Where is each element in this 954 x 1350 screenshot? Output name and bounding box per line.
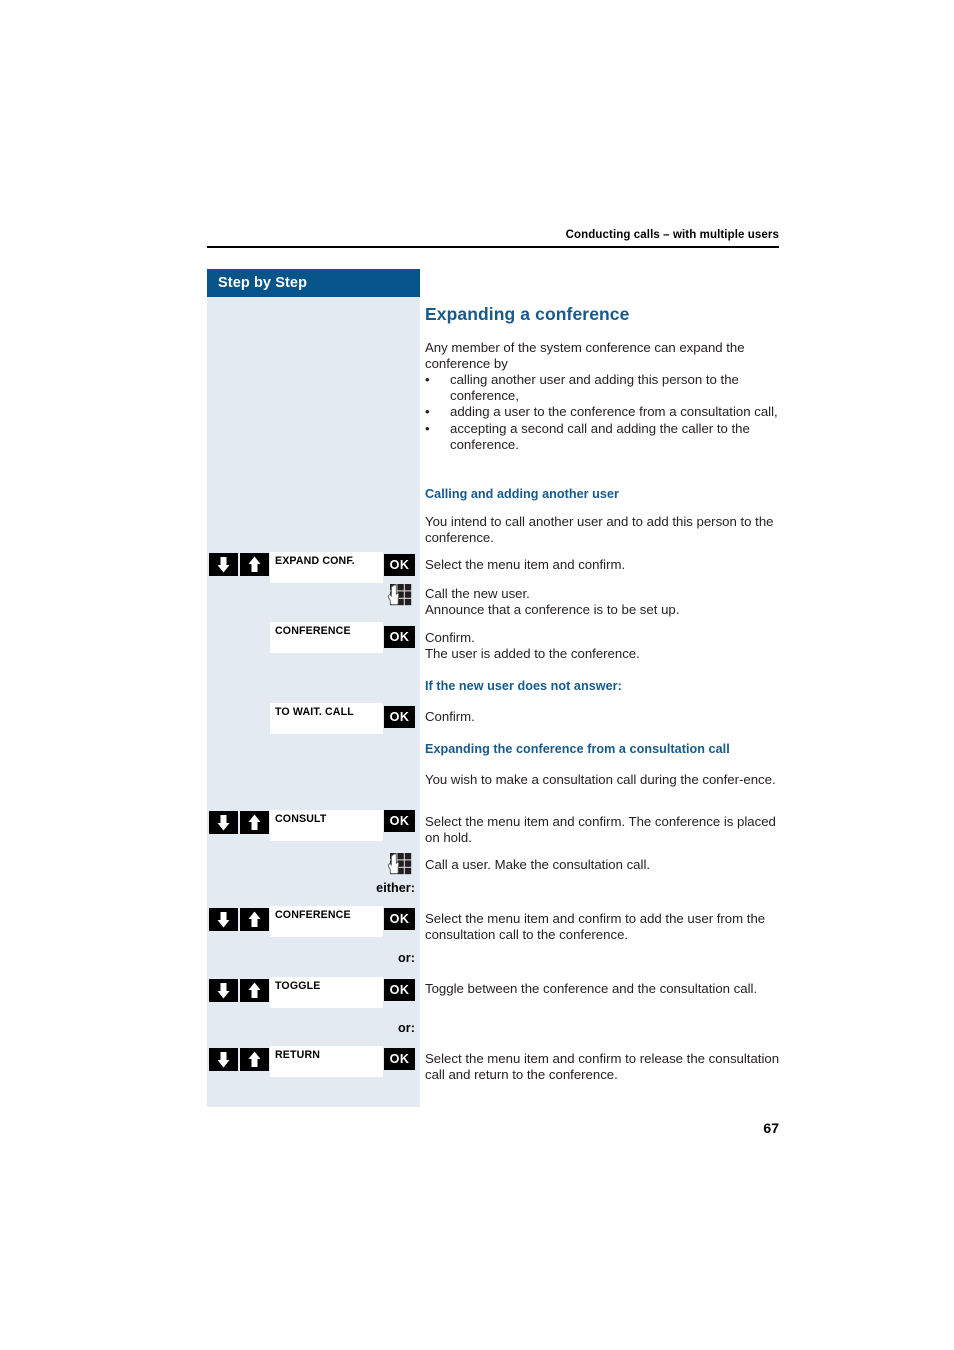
section-heading-consultation: Expanding the conference from a consulta… (425, 742, 730, 756)
ok-button[interactable]: OK (384, 810, 415, 832)
list-item-text: adding a user to the conference from a c… (450, 404, 778, 420)
menu-box-return[interactable]: RETURN (270, 1046, 383, 1077)
up-arrow-button[interactable] (240, 908, 269, 931)
list-item: • calling another user and adding this p… (425, 372, 780, 404)
menu-box-conference-1[interactable]: CONFERENCE (270, 622, 383, 653)
step-description-9: Select the menu item and confirm to rele… (425, 1051, 780, 1083)
menu-box-expand-conf[interactable]: EXPAND CONF. (270, 552, 383, 583)
step-description-8: Toggle between the conference and the co… (425, 981, 758, 996)
menu-box-label: CONSULT (275, 813, 327, 825)
running-header: Conducting calls – with multiple users (207, 225, 779, 243)
step-description-6: Call a user. Make the consultation call. (425, 857, 651, 872)
step-by-step-header: Step by Step (207, 269, 420, 297)
step-description-2-line-1: Call the new user. (425, 586, 530, 601)
step-description-2-line-2: Announce that a conference is to be set … (425, 602, 680, 618)
ok-button[interactable]: OK (384, 1048, 415, 1070)
step-description-4: Confirm. (425, 709, 475, 724)
ok-button[interactable]: OK (384, 979, 415, 1001)
or-label-1: or: (398, 951, 415, 965)
menu-box-label: CONFERENCE (275, 625, 351, 637)
page-number: 67 (763, 1120, 779, 1136)
step-description-3: Confirm. The user is added to the confer… (425, 630, 780, 662)
ok-button[interactable]: OK (384, 908, 415, 930)
ok-button-label: OK (389, 630, 410, 644)
list-item: • adding a user to the conference from a… (425, 404, 780, 420)
step-description-7: Select the menu item and confirm to add … (425, 911, 766, 943)
menu-box-label: TO WAIT. CALL (275, 706, 354, 718)
or-label-2: or: (398, 1021, 415, 1035)
ok-button-label: OK (389, 1052, 410, 1066)
section-heading-no-answer: If the new user does not answer: (425, 679, 622, 693)
section-heading-calling-adding: Calling and adding another user (425, 487, 619, 501)
ok-button-label: OK (389, 912, 410, 926)
down-arrow-button[interactable] (209, 553, 238, 576)
page-title: Expanding a conference (425, 304, 630, 324)
menu-box-to-wait-call[interactable]: TO WAIT. CALL (270, 703, 383, 734)
ok-button-label: OK (389, 814, 410, 828)
ok-button[interactable]: OK (384, 554, 415, 576)
menu-box-toggle[interactable]: TOGGLE (270, 977, 383, 1008)
section-1-intro: You intend to call another user and to a… (425, 514, 774, 546)
up-arrow-button[interactable] (240, 1048, 269, 1071)
intro-paragraph: Any member of the system conference can … (425, 340, 745, 372)
step-description-5: Select the menu item and confirm. The co… (425, 814, 776, 846)
ok-button[interactable]: OK (384, 626, 415, 648)
bullet-glyph: • (425, 404, 430, 420)
either-label: either: (376, 881, 415, 895)
menu-box-label: EXPAND CONF. (275, 555, 355, 567)
keypad-dial-icon (386, 583, 414, 611)
ok-button-label: OK (389, 710, 410, 724)
menu-box-label: TOGGLE (275, 980, 321, 992)
keypad-dial-icon (386, 852, 414, 880)
up-arrow-button[interactable] (240, 553, 269, 576)
step-description-1: Select the menu item and confirm. (425, 557, 626, 572)
list-item-text: calling another user and adding this per… (450, 372, 739, 404)
menu-box-label: CONFERENCE (275, 909, 351, 921)
step-description-2: Call the new user. Announce that a confe… (425, 586, 780, 618)
ok-button-label: OK (389, 558, 410, 572)
down-arrow-button[interactable] (209, 811, 238, 834)
menu-box-conference-2[interactable]: CONFERENCE (270, 906, 383, 937)
bullet-list: • calling another user and adding this p… (425, 372, 780, 453)
up-arrow-button[interactable] (240, 979, 269, 1002)
step-description-3-line-1: Confirm. (425, 630, 475, 645)
up-arrow-button[interactable] (240, 811, 269, 834)
section-3-intro: You wish to make a consultation call dur… (425, 772, 776, 787)
list-item-text: accepting a second call and adding the c… (450, 420, 750, 452)
down-arrow-button[interactable] (209, 1048, 238, 1071)
menu-box-consult[interactable]: CONSULT (270, 810, 383, 841)
ok-button-label: OK (389, 983, 410, 997)
list-item: • accepting a second call and adding the… (425, 421, 780, 453)
menu-box-label: RETURN (275, 1049, 321, 1061)
down-arrow-button[interactable] (209, 908, 238, 931)
bullet-glyph: • (425, 420, 430, 436)
step-by-step-title: Step by Step (218, 275, 308, 291)
header-rule (207, 246, 779, 248)
step-description-3-line-2: The user is added to the conference. (425, 646, 640, 662)
bullet-glyph: • (425, 372, 430, 387)
down-arrow-button[interactable] (209, 979, 238, 1002)
ok-button[interactable]: OK (384, 706, 415, 728)
running-header-text: Conducting calls – with multiple users (565, 229, 779, 241)
